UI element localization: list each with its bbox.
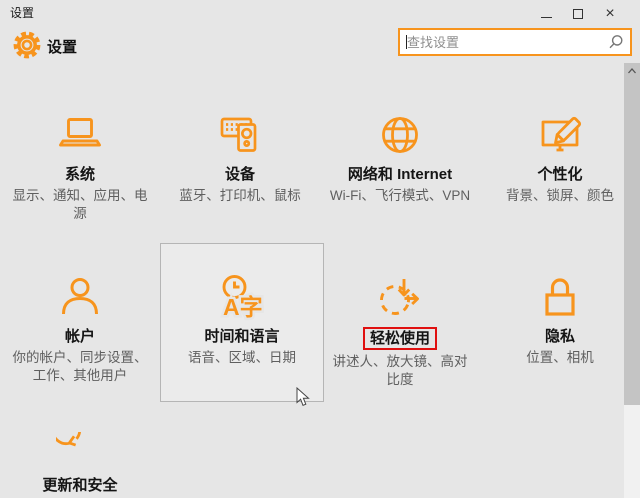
tile-title: 帐户 — [64, 328, 95, 345]
search-icon[interactable] — [608, 34, 624, 50]
tile-subtitle: 语音、区域、日期 — [188, 350, 296, 365]
tile-title: 隐私 — [544, 328, 575, 345]
tile-title: 系统 — [64, 166, 95, 183]
icon-text: A字 — [223, 294, 263, 320]
tile-devices[interactable]: 设备 蓝牙、打印机、鼠标 — [160, 81, 320, 243]
tile-subtitle: Wi-Fi、飞行模式、VPN — [329, 188, 471, 203]
user-icon — [62, 278, 98, 315]
gear-icon — [13, 31, 41, 59]
tile-title: 网络和 Internet — [347, 166, 453, 183]
tile-update-security[interactable]: 更新和安全 — [0, 402, 160, 498]
laptop-icon — [59, 118, 101, 147]
lock-icon — [545, 278, 575, 316]
tile-subtitle: 蓝牙、打印机、鼠标 — [179, 188, 301, 203]
maximize-icon — [573, 9, 583, 19]
search-input[interactable] — [400, 34, 608, 50]
tile-network[interactable]: 网络和 Internet Wi-Fi、飞行模式、VPN — [320, 81, 480, 243]
clock-language-icon: A字 — [221, 275, 265, 321]
close-icon: × — [605, 5, 615, 22]
refresh-icon — [56, 432, 81, 447]
ease-of-access-icon — [380, 279, 419, 315]
tile-title: 更新和安全 — [42, 477, 118, 494]
tile-privacy[interactable]: 隐私 位置、相机 — [480, 243, 640, 402]
tile-accounts[interactable]: 帐户 你的帐户、同步设置、工作、其他用户 — [0, 243, 160, 402]
tile-title: 设备 — [224, 166, 255, 183]
text-caret — [406, 35, 407, 49]
tile-ease-of-access[interactable]: 轻松使用 讲述人、放大镜、高对比度 — [320, 243, 480, 402]
page-title: 设置 — [47, 39, 78, 56]
tile-subtitle: 背景、锁屏、颜色 — [506, 188, 614, 203]
caption-buttons: × — [530, 0, 626, 28]
tile-title: 时间和语言 — [204, 328, 280, 345]
settings-window: 设置 × 设置 系统 显示、通知、应 — [0, 0, 640, 498]
personalization-icon — [541, 116, 582, 152]
search-box — [398, 28, 632, 56]
tile-subtitle: 显示、通知、应用、电源 — [12, 188, 148, 221]
close-button[interactable]: × — [594, 0, 626, 28]
scrollbar-thumb[interactable] — [624, 63, 640, 405]
devices-icon — [220, 117, 257, 152]
maximize-button[interactable] — [562, 0, 594, 28]
window-title: 设置 — [10, 6, 35, 20]
vertical-scrollbar[interactable] — [624, 63, 640, 498]
tile-subtitle: 你的帐户、同步设置、工作、其他用户 — [12, 350, 148, 383]
minimize-button[interactable] — [530, 0, 562, 28]
globe-icon — [382, 117, 418, 153]
minimize-icon — [540, 16, 552, 18]
tile-title-annotated: 轻松使用 — [362, 327, 437, 350]
tile-time-language[interactable]: A字 时间和语言 语音、区域、日期 — [160, 243, 324, 402]
tile-subtitle: 讲述人、放大镜、高对比度 — [332, 354, 468, 387]
scroll-up-icon[interactable] — [627, 66, 637, 76]
tile-system[interactable]: 系统 显示、通知、应用、电源 — [0, 81, 160, 243]
tile-title: 个性化 — [537, 166, 583, 183]
tile-subtitle: 位置、相机 — [526, 350, 594, 365]
tile-personalization[interactable]: 个性化 背景、锁屏、颜色 — [480, 81, 640, 243]
